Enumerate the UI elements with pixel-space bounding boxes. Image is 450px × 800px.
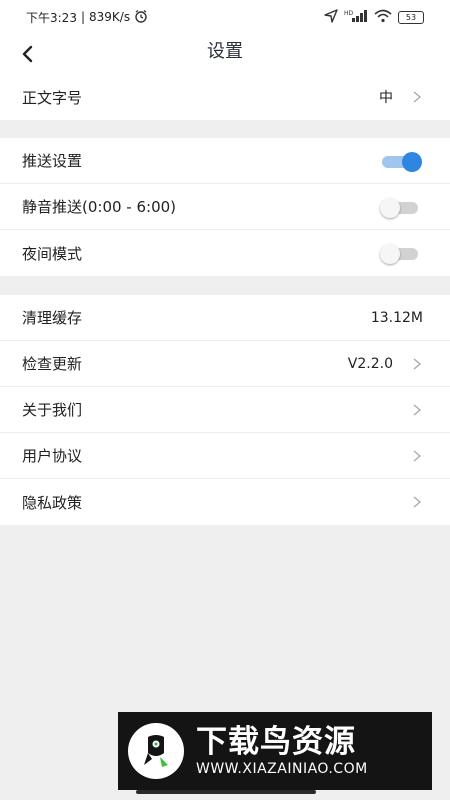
status-bar: 下午3:23 | 839K/s HD 53 <box>0 0 450 34</box>
settings-row-silent-push: 静音推送(0:00 - 6:00) <box>0 184 450 230</box>
push-toggle[interactable] <box>380 151 422 172</box>
row-label: 检查更新 <box>22 355 83 373</box>
row-label: 用户协议 <box>22 447 83 465</box>
watermark: 下载鸟资源 WWW.XIAZAINIAO.COM <box>118 712 432 790</box>
settings-row-night-mode: 夜间模式 <box>0 230 450 276</box>
row-label: 清理缓存 <box>22 309 83 327</box>
settings-row-privacy-policy[interactable]: 隐私政策 <box>0 479 450 525</box>
watermark-title: 下载鸟资源 <box>196 724 356 760</box>
row-label: 推送设置 <box>22 152 83 170</box>
settings-row-clear-cache[interactable]: 清理缓存 13.12M <box>0 295 450 341</box>
app-header: 设置 <box>0 34 450 74</box>
cache-size-value: 13.12M <box>370 309 423 326</box>
chevron-right-icon <box>413 358 422 370</box>
row-label: 正文字号 <box>22 88 83 107</box>
row-label: 关于我们 <box>22 401 83 419</box>
battery-icon: 53 <box>398 10 424 24</box>
signal-icon: HD <box>344 9 368 26</box>
status-net-speed: 839K/s <box>89 10 131 24</box>
row-value: 中 <box>379 90 393 106</box>
row-label: 静音推送(0:00 - 6:00) <box>22 198 177 216</box>
location-icon <box>324 8 338 26</box>
toggle-knob <box>380 198 400 218</box>
watermark-text: 下载鸟资源 WWW.XIAZAINIAO.COM <box>196 725 368 777</box>
row-label: 隐私政策 <box>22 493 83 512</box>
settings-row-push: 推送设置 <box>0 138 450 184</box>
network-type-label: HD <box>344 10 354 17</box>
row-label: 夜间模式 <box>22 244 83 263</box>
status-separator: | <box>80 10 85 24</box>
chevron-right-icon <box>413 496 422 508</box>
home-indicator <box>136 790 316 794</box>
toggle-knob <box>402 152 422 172</box>
settings-row-user-agreement[interactable]: 用户协议 <box>0 433 450 479</box>
bird-logo-icon <box>128 723 184 779</box>
night-mode-toggle[interactable] <box>380 243 422 264</box>
settings-screen: 下午3:23 | 839K/s HD 53 设置 正文字号 中 推送设置 静音推… <box>0 0 450 800</box>
alarm-icon <box>134 9 148 26</box>
wifi-icon <box>374 9 392 26</box>
settings-group-push: 推送设置 静音推送(0:00 - 6:00) 夜间模式 <box>0 138 450 276</box>
status-time: 下午3:23 <box>26 10 77 25</box>
chevron-right-icon <box>413 404 422 416</box>
settings-row-check-update[interactable]: 检查更新 V2.2.0 <box>0 341 450 387</box>
settings-row-font-size[interactable]: 正文字号 中 <box>0 74 450 120</box>
version-value: V2.2.0 <box>347 355 393 372</box>
silent-push-toggle[interactable] <box>380 197 422 218</box>
watermark-url: WWW.XIAZAINIAO.COM <box>196 761 368 777</box>
page-title: 设置 <box>207 41 243 62</box>
status-left: 下午3:23 | 839K/s <box>26 9 148 26</box>
status-right: HD 53 <box>324 8 424 26</box>
chevron-right-icon <box>413 91 422 103</box>
chevron-right-icon <box>413 450 422 462</box>
toggle-knob <box>380 244 400 264</box>
settings-row-about-us[interactable]: 关于我们 <box>0 387 450 433</box>
settings-group-display: 正文字号 中 <box>0 74 450 120</box>
settings-group-general: 清理缓存 13.12M 检查更新 V2.2.0 关于我们 用户协议 隐私政策 <box>0 295 450 525</box>
